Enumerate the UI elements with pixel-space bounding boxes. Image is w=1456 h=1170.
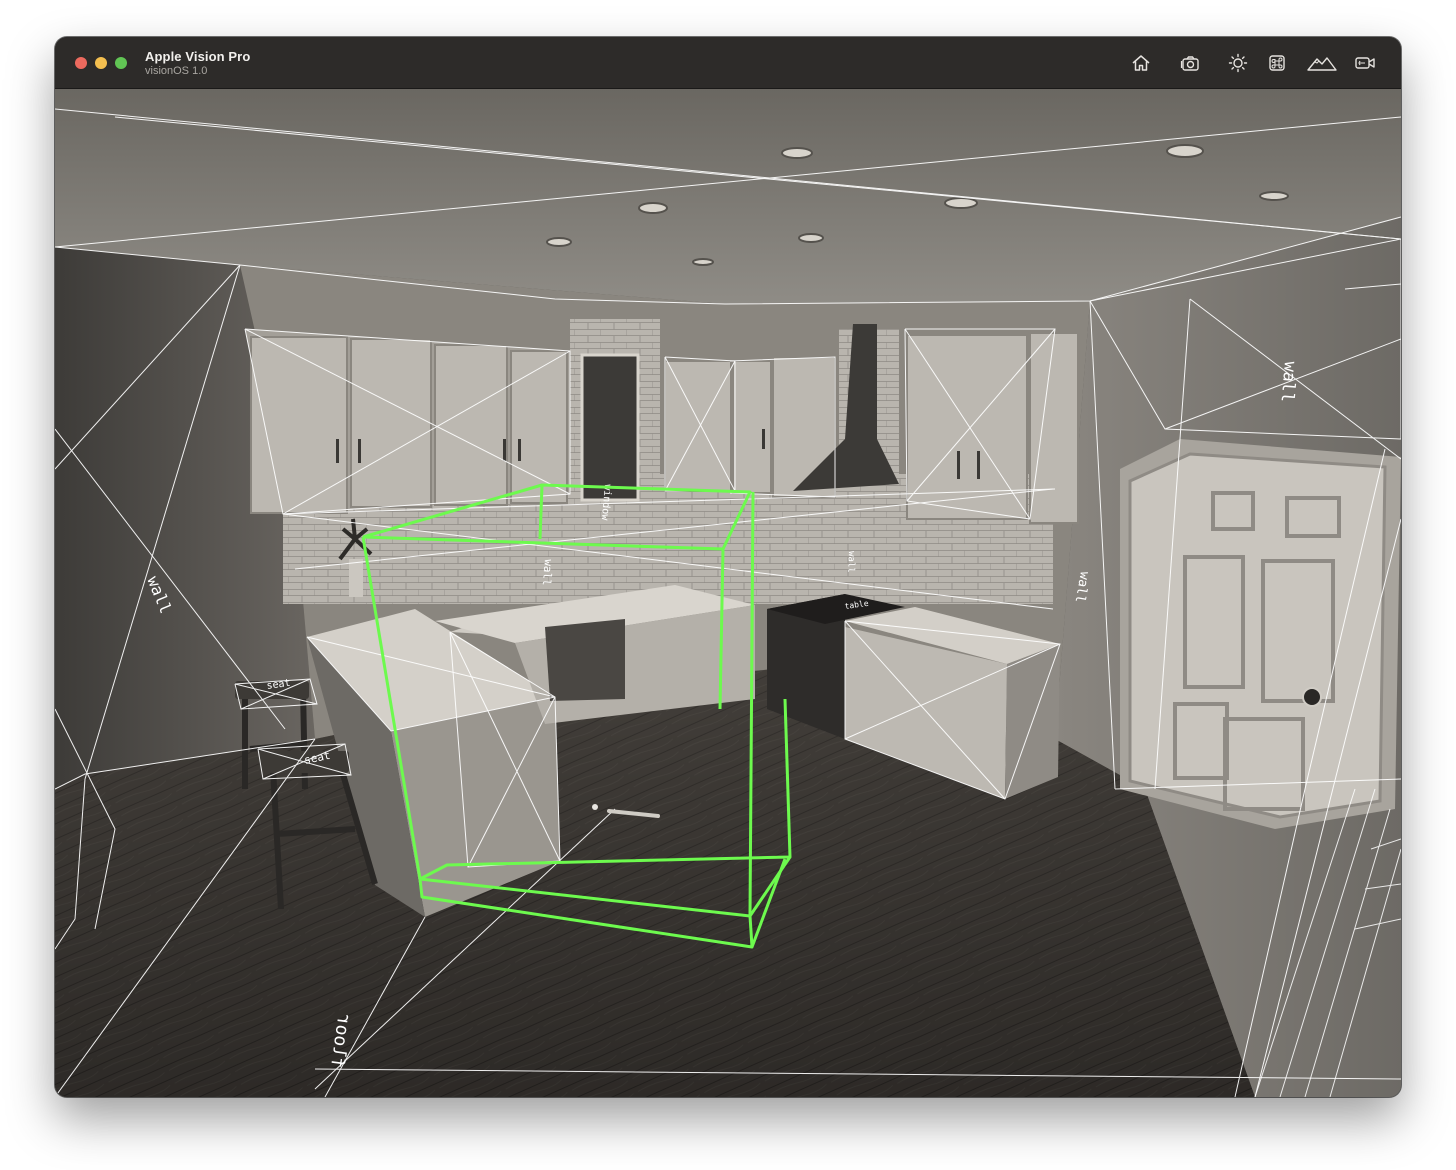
- minimize-button[interactable]: [95, 57, 107, 69]
- title-bar: Apple Vision Pro visionOS 1.0: [55, 37, 1401, 89]
- scene-viewport[interactable]: wall wall wall wall wall window seat sea…: [55, 89, 1401, 1097]
- keyboard-button[interactable]: [1264, 50, 1290, 76]
- window-title: Apple Vision Pro: [145, 49, 251, 64]
- kitchen-window: [580, 353, 640, 502]
- record-video-icon: [1355, 57, 1375, 69]
- kitchen-scene: wall wall wall wall wall window seat sea…: [55, 89, 1401, 1097]
- mountains-icon: [1307, 57, 1337, 71]
- zoom-button[interactable]: [115, 57, 127, 69]
- screenshot-button[interactable]: [1177, 50, 1203, 76]
- camera-icon: [1180, 56, 1199, 71]
- simulator-window: Apple Vision Pro visionOS 1.0 wall wall …: [55, 37, 1401, 1097]
- command-icon: [1269, 55, 1285, 71]
- home-icon: [1132, 55, 1150, 71]
- label-wall-back-2: wall: [845, 551, 856, 573]
- record-button[interactable]: [1352, 50, 1378, 76]
- environments-button[interactable]: [1306, 50, 1338, 76]
- window-subtitle: visionOS 1.0: [145, 65, 208, 77]
- brightness-icon: [1228, 53, 1248, 73]
- close-button[interactable]: [75, 57, 87, 69]
- brightness-button[interactable]: [1225, 50, 1251, 76]
- label-wall-back: wall: [540, 559, 555, 587]
- door: [1120, 439, 1401, 829]
- label-wall-right-top: wall: [1276, 361, 1299, 404]
- home-button[interactable]: [1128, 50, 1154, 76]
